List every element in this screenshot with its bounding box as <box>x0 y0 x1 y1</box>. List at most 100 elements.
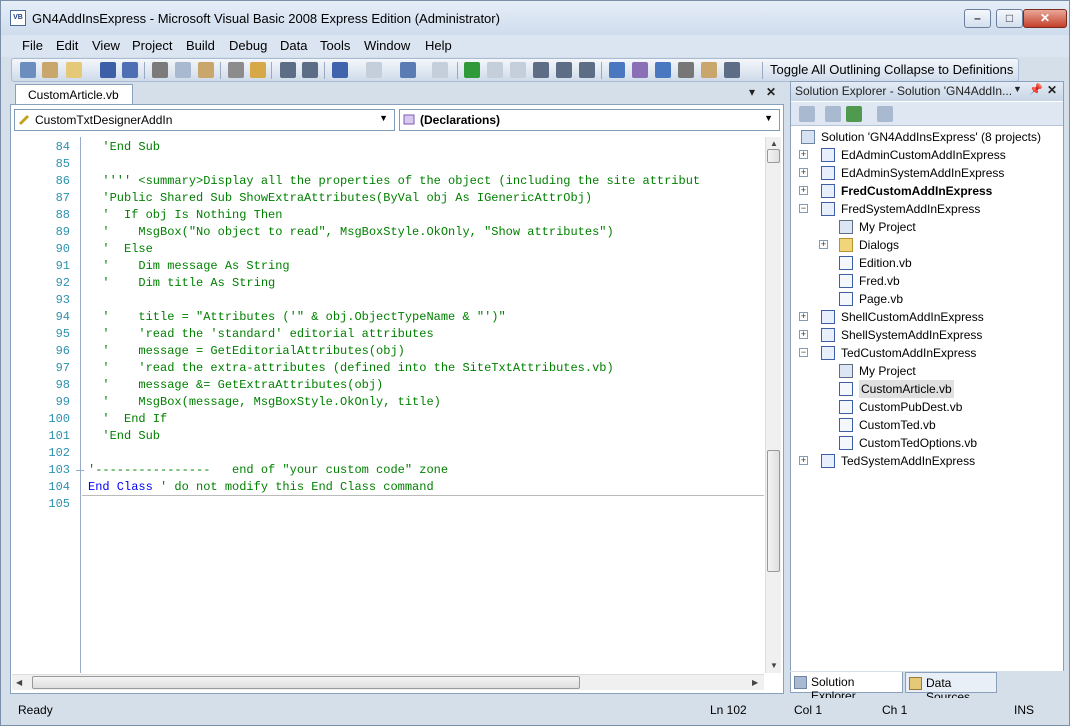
properties-icon[interactable] <box>799 106 815 122</box>
menu-view[interactable]: View <box>92 38 120 53</box>
uncomment-icon[interactable] <box>302 62 318 78</box>
tree-item-selected[interactable]: CustomArticle.vb <box>791 380 1063 398</box>
tree-item[interactable]: + TedSystemAddInExpress <box>791 452 1063 470</box>
menu-file[interactable]: File <box>22 38 43 53</box>
find-in-files-icon[interactable] <box>250 62 266 78</box>
menu-help[interactable]: Help <box>425 38 452 53</box>
expand-icon[interactable]: + <box>799 150 808 159</box>
vb-project-icon <box>821 148 835 162</box>
horizontal-scrollbar[interactable]: ◀ ▶ <box>12 674 764 690</box>
collapse-icon[interactable]: − <box>799 348 808 357</box>
tree-item[interactable]: + ShellSystemAddInExpress <box>791 326 1063 344</box>
expand-icon[interactable]: + <box>799 330 808 339</box>
expand-icon[interactable]: + <box>799 186 808 195</box>
expand-icon[interactable]: + <box>799 312 808 321</box>
cut-icon[interactable] <box>152 62 168 78</box>
comment-icon[interactable] <box>280 62 296 78</box>
scroll-down-icon[interactable]: ▼ <box>770 661 778 670</box>
tree-item-label: EdAdminSystemAddInExpress <box>841 166 1005 180</box>
tab-solution-explorer[interactable]: Solution Explorer <box>790 672 903 703</box>
refresh-icon[interactable] <box>846 106 862 122</box>
menu-window[interactable]: Window <box>364 38 410 53</box>
tree-item[interactable]: Page.vb <box>791 290 1063 308</box>
chevron-down-icon[interactable]: ▼ <box>1013 84 1022 94</box>
step-into-icon[interactable] <box>533 62 549 78</box>
add-item-icon[interactable] <box>42 62 58 78</box>
step-over-icon[interactable] <box>556 62 572 78</box>
tab-data-sources[interactable]: Data Sources <box>905 672 997 704</box>
tree-item[interactable]: My Project <box>791 362 1063 380</box>
menu-build[interactable]: Build <box>186 38 215 53</box>
collapse-to-definitions-button[interactable]: Collapse to Definitions <box>884 62 1013 77</box>
toolbox-icon[interactable] <box>678 62 694 78</box>
redo-icon[interactable] <box>366 62 382 78</box>
vertical-scrollbar[interactable]: ▲ ▼ <box>765 137 781 673</box>
tree-item[interactable]: CustomTedOptions.vb <box>791 434 1063 452</box>
solution-explorer-icon[interactable] <box>609 62 625 78</box>
tree-item[interactable]: + Dialogs <box>791 236 1063 254</box>
tab-custom-article[interactable]: CustomArticle.vb <box>15 84 133 104</box>
object-browser-icon[interactable] <box>655 62 671 78</box>
new-project-icon[interactable] <box>20 62 36 78</box>
menu-debug[interactable]: Debug <box>229 38 267 53</box>
find-icon[interactable] <box>228 62 244 78</box>
properties-icon[interactable] <box>632 62 648 78</box>
tree-item[interactable]: Fred.vb <box>791 272 1063 290</box>
start-debugging-icon[interactable] <box>464 62 480 78</box>
scroll-left-icon[interactable]: ◀ <box>16 678 22 687</box>
tree-item[interactable]: + ShellCustomAddInExpress <box>791 308 1063 326</box>
tree-item[interactable]: CustomTed.vb <box>791 416 1063 434</box>
tree-item[interactable]: − FredSystemAddInExpress <box>791 200 1063 218</box>
window-list-dropdown-icon[interactable]: ▾ <box>749 85 755 99</box>
class-name-combo[interactable]: CustomTxtDesignerAddIn ▼ <box>14 109 395 131</box>
step-out-icon[interactable] <box>579 62 595 78</box>
navigate-backward-icon[interactable] <box>400 62 416 78</box>
scroll-right-icon[interactable]: ▶ <box>752 678 758 687</box>
expand-icon[interactable]: + <box>799 168 808 177</box>
copy-icon[interactable] <box>175 62 191 78</box>
tree-item[interactable]: My Project <box>791 218 1063 236</box>
maximize-button[interactable]: □ <box>996 9 1023 28</box>
menu-edit[interactable]: Edit <box>56 38 78 53</box>
horizontal-scroll-thumb[interactable] <box>32 676 580 689</box>
tree-item[interactable]: Edition.vb <box>791 254 1063 272</box>
close-panel-icon[interactable]: ✕ <box>1047 83 1057 97</box>
vertical-scroll-thumb[interactable] <box>767 450 780 572</box>
menu-project[interactable]: Project <box>132 38 172 53</box>
navigate-forward-icon[interactable] <box>432 62 448 78</box>
tree-item[interactable]: + EdAdminCustomAddInExpress <box>791 146 1063 164</box>
collapse-icon[interactable]: − <box>799 204 808 213</box>
expand-icon[interactable]: + <box>819 240 828 249</box>
pause-icon[interactable] <box>487 62 503 78</box>
stop-icon[interactable] <box>510 62 526 78</box>
expand-icon[interactable]: + <box>799 456 808 465</box>
open-file-icon[interactable] <box>66 62 82 78</box>
error-list-icon[interactable] <box>724 62 740 78</box>
save-icon[interactable] <box>100 62 116 78</box>
scroll-up-icon[interactable]: ▲ <box>770 139 778 148</box>
code-editor: CustomTxtDesignerAddIn ▼ (Declarations) … <box>10 104 784 694</box>
undo-icon[interactable] <box>332 62 348 78</box>
tree-item[interactable]: Solution 'GN4AddInsExpress' (8 projects) <box>791 128 1063 146</box>
code-text-area[interactable]: 84 'End Sub 85 86 '''' <summary>Display al… <box>12 137 764 673</box>
close-button[interactable]: ✕ <box>1023 9 1067 28</box>
code-line: 88 ' If obj Is Nothing Then <box>12 207 764 224</box>
minimize-button[interactable]: – <box>964 9 991 28</box>
close-document-icon[interactable]: ✕ <box>766 85 776 99</box>
show-all-files-icon[interactable] <box>825 106 841 122</box>
method-name-combo[interactable]: (Declarations) ▼ <box>399 109 780 131</box>
tree-item[interactable]: − TedCustomAddInExpress <box>791 344 1063 362</box>
tree-item[interactable]: + FredCustomAddInExpress <box>791 182 1063 200</box>
paste-icon[interactable] <box>198 62 214 78</box>
pin-icon[interactable]: 📌 <box>1029 83 1043 96</box>
view-code-icon[interactable] <box>877 106 893 122</box>
toggle-all-outlining-button[interactable]: Toggle All Outlining <box>770 62 881 77</box>
save-all-icon[interactable] <box>122 62 138 78</box>
code-text: ' Dim title As String <box>88 276 276 290</box>
menu-tools[interactable]: Tools <box>320 38 350 53</box>
menu-data[interactable]: Data <box>280 38 307 53</box>
start-page-icon[interactable] <box>701 62 717 78</box>
tree-item[interactable]: + EdAdminSystemAddInExpress <box>791 164 1063 182</box>
split-handle[interactable] <box>767 149 780 163</box>
tree-item[interactable]: CustomPubDest.vb <box>791 398 1063 416</box>
